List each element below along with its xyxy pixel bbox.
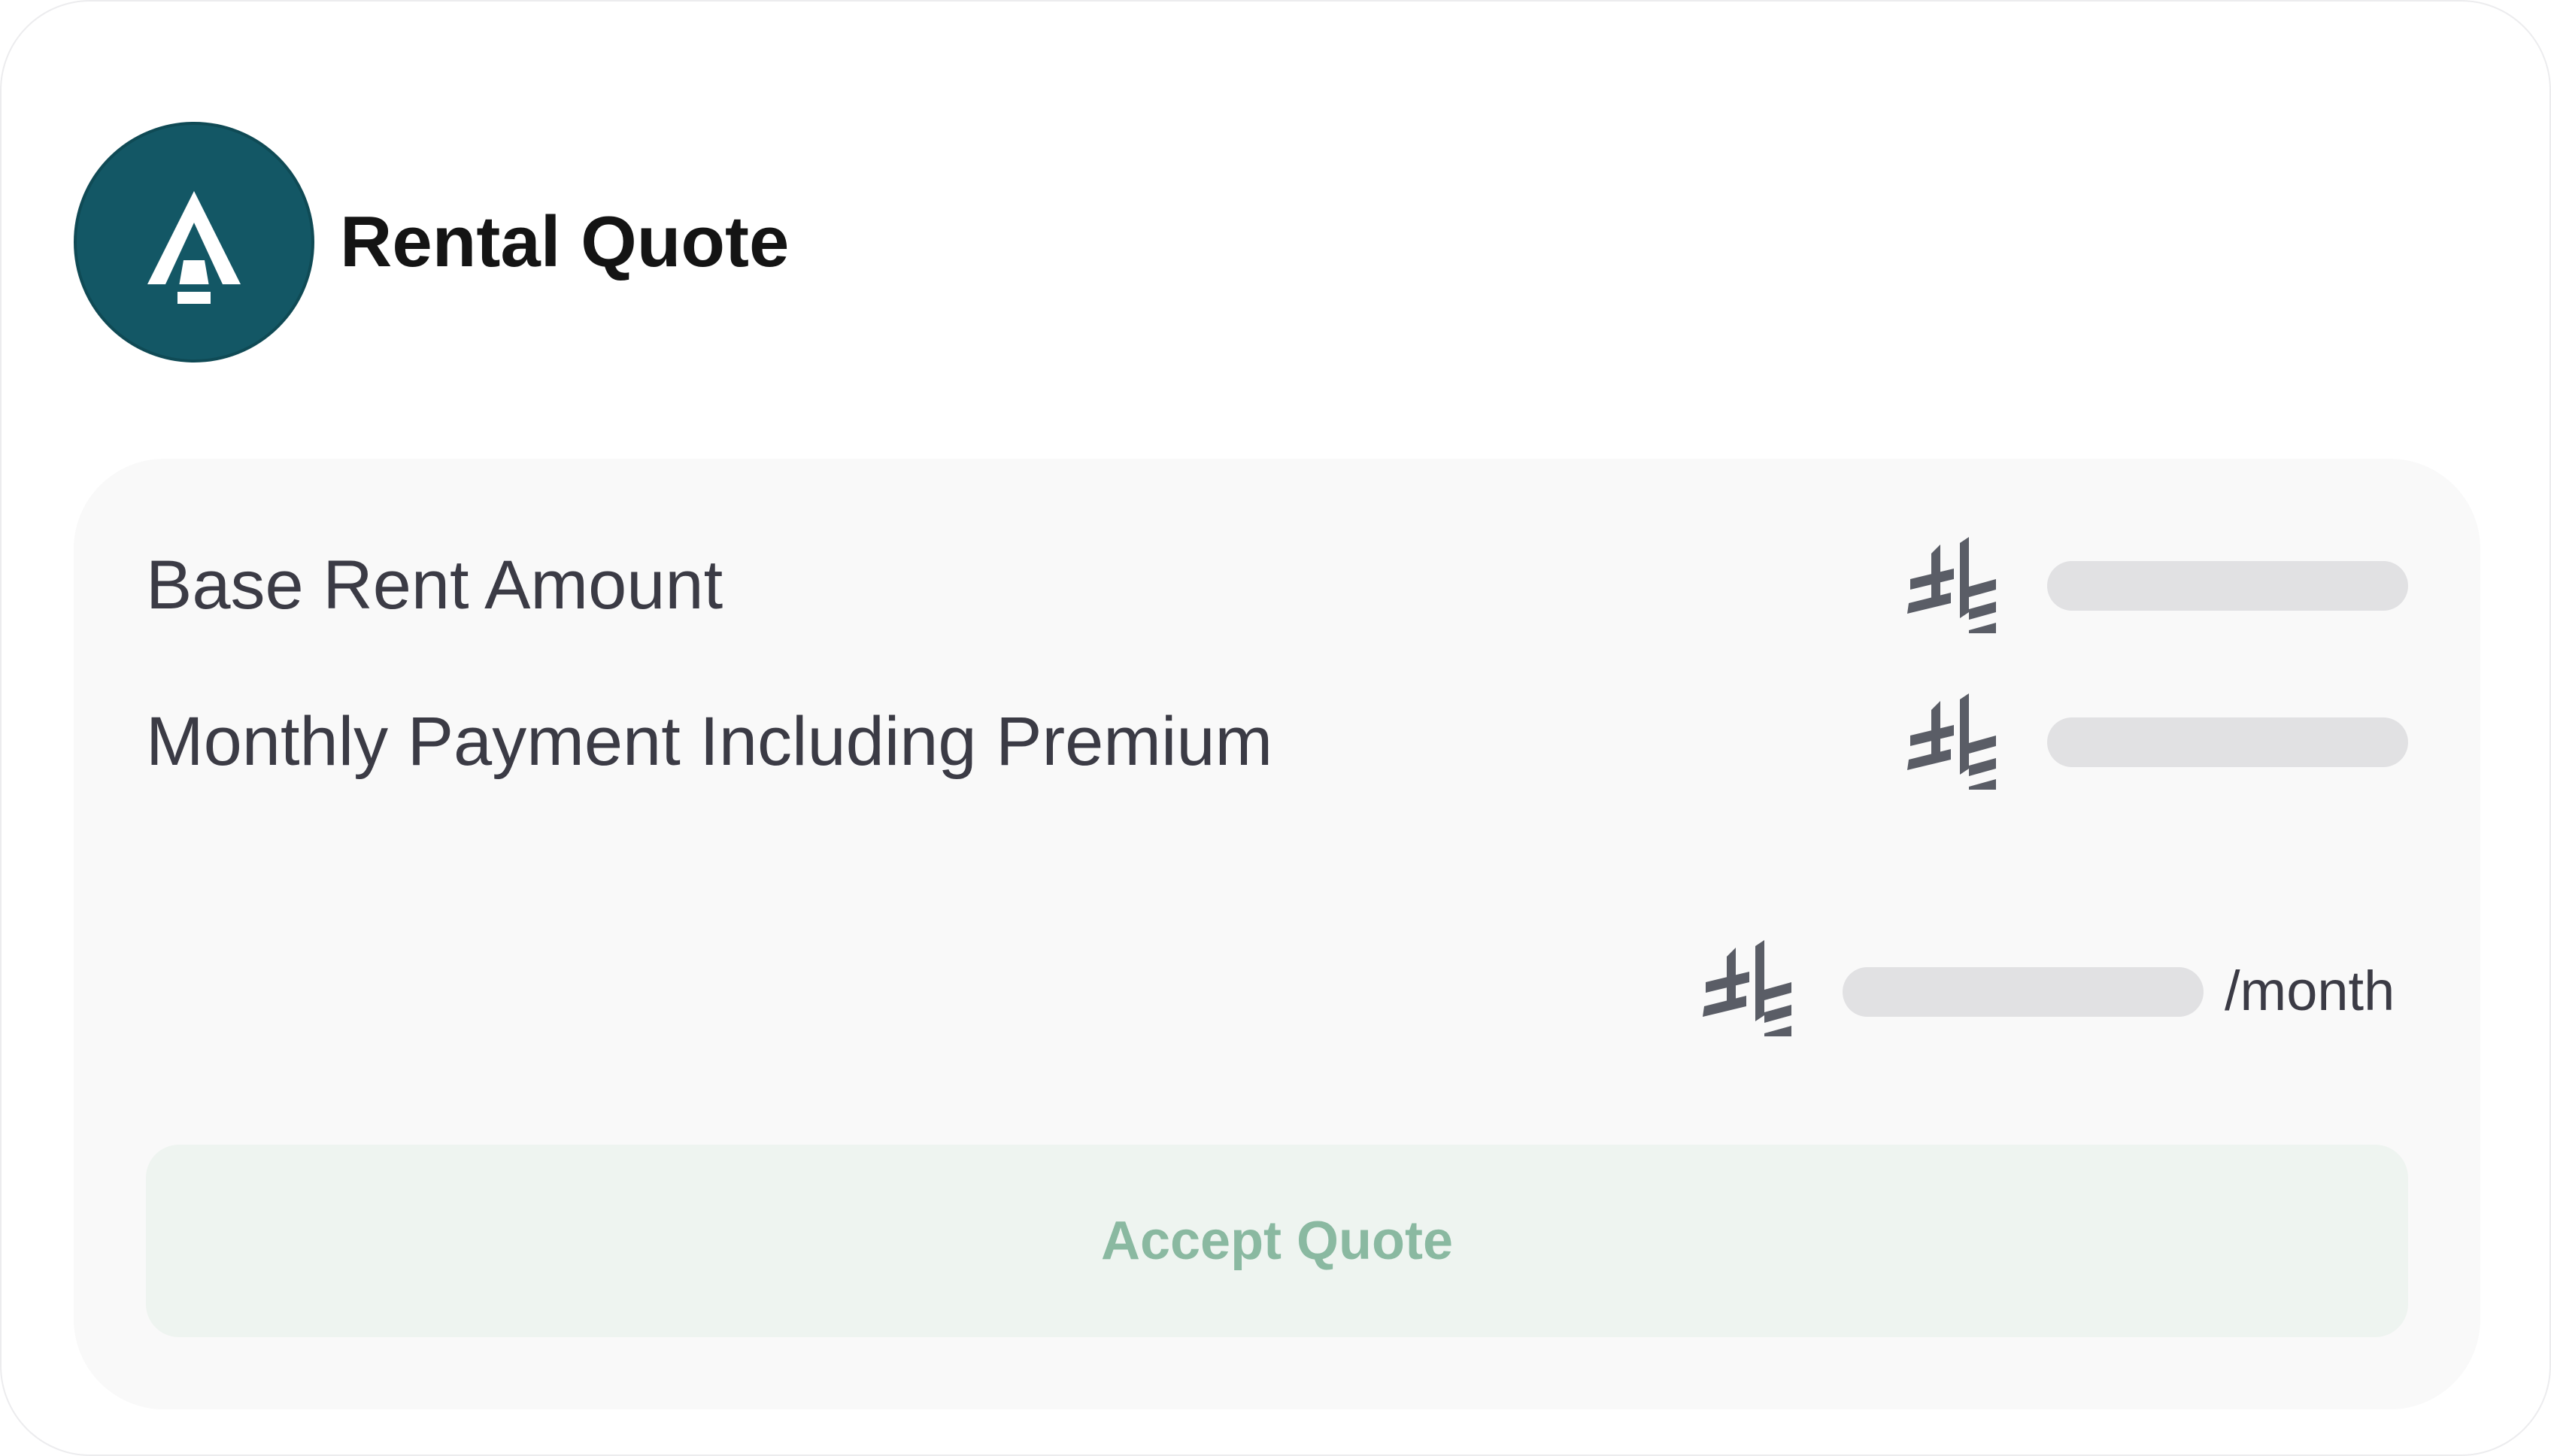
saudi-riyal-icon [1703,940,1791,1036]
accept-quote-button[interactable]: Accept Quote [146,1145,2408,1337]
brand-a-logo-icon [147,191,241,304]
monthly-payment-value-placeholder [2047,717,2408,767]
monthly-payment-label: Monthly Payment Including Premium [146,703,1273,780]
base-rent-label: Base Rent Amount [146,547,723,623]
total-value-placeholder [1843,967,2204,1017]
base-rent-value-placeholder [2047,561,2408,611]
page-title: Rental Quote [340,202,790,282]
quote-card: Rental Quote Base Rent Amount Monthly Pa… [0,0,2551,1456]
saudi-riyal-icon [1907,537,1996,633]
period-suffix: /month [2225,960,2395,1022]
quote-summary-panel: Base Rent Amount Monthly Payment Includi… [74,459,2480,1409]
brand-logo [74,122,314,362]
saudi-riyal-icon [1907,693,1996,790]
